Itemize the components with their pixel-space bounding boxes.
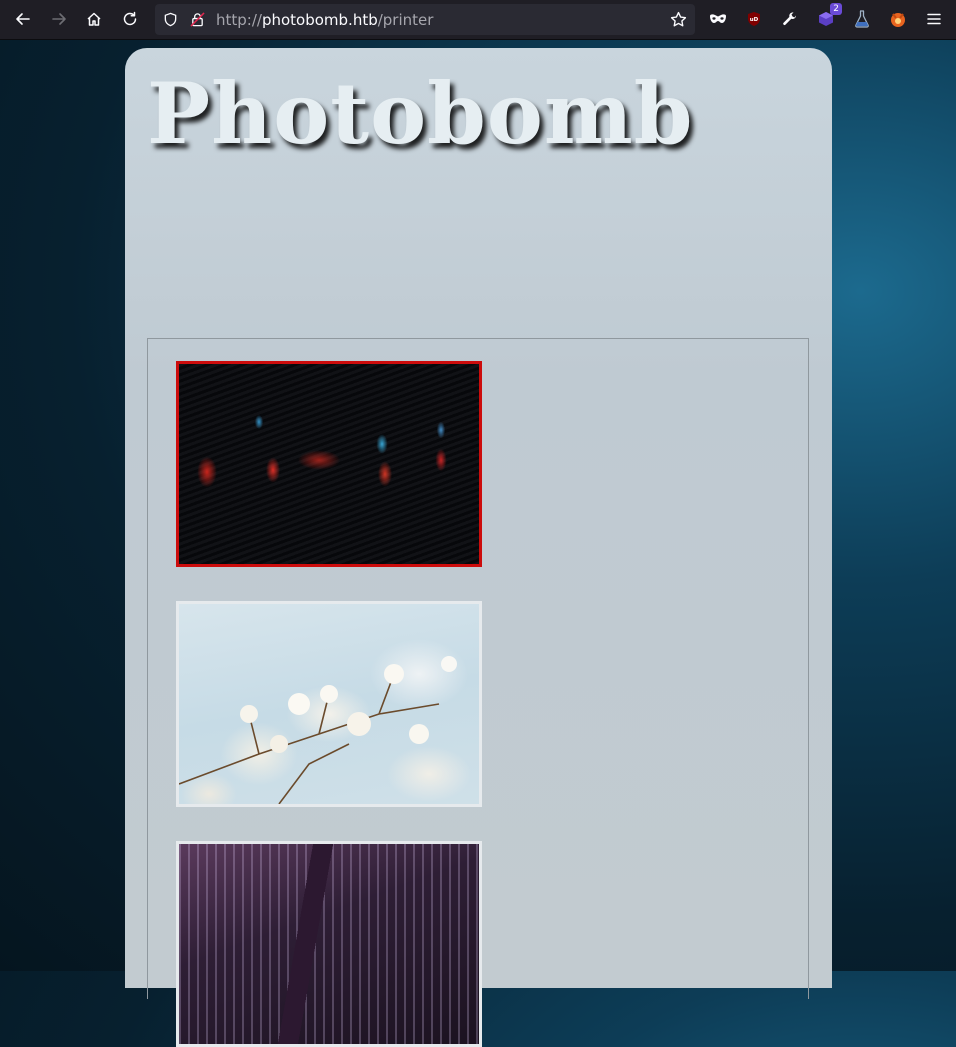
extension-button-badged[interactable]: 2 (813, 3, 842, 32)
url-path: /printer (377, 11, 434, 29)
ublock-origin-icon: uD (748, 12, 760, 26)
home-button[interactable] (81, 6, 107, 32)
reload-button[interactable] (117, 6, 143, 32)
url-bar[interactable]: http://photobomb.htb/printer (155, 4, 695, 35)
page-title: Photobomb (147, 64, 694, 163)
back-button[interactable] (10, 6, 36, 32)
wrench-icon (783, 12, 796, 25)
url-scheme: http:// (216, 11, 262, 29)
devtools-button[interactable] (777, 6, 803, 32)
bookmark-star-icon[interactable] (670, 11, 687, 28)
photo-city-skyscrapers[interactable] (176, 841, 482, 1047)
flask-extension-button[interactable] (849, 6, 875, 32)
photo-red-blue-lights[interactable] (176, 361, 482, 567)
app-menu-button[interactable] (921, 6, 947, 32)
ublock-button[interactable]: uD (741, 6, 767, 32)
blossom-branches-graphic (179, 656, 457, 804)
fox-proxy-icon (891, 13, 905, 27)
shield-icon[interactable] (163, 12, 178, 27)
mask-icon (710, 14, 726, 23)
hamburger-menu-icon (927, 13, 941, 25)
extension-count-badge: 2 (830, 3, 842, 15)
svg-text:uD: uD (750, 17, 759, 23)
reload-icon (123, 11, 137, 26)
back-arrow-icon (16, 13, 30, 25)
home-icon (87, 12, 101, 26)
browser-toolbar: http://photobomb.htb/printer uD 2 (0, 0, 956, 40)
url-host: photobomb.htb (261, 11, 378, 29)
photo-gallery (147, 338, 809, 1047)
burp-extension-button[interactable] (885, 6, 911, 32)
forward-arrow-icon (52, 13, 66, 25)
photo-white-blossoms[interactable] (176, 601, 482, 807)
private-mask-button[interactable] (705, 6, 731, 32)
forward-button[interactable] (46, 6, 72, 32)
page-card: Photobomb (125, 48, 832, 1047)
flask-icon (855, 10, 869, 28)
url-text[interactable]: http://photobomb.htb/printer (216, 11, 433, 29)
insecure-lock-icon[interactable] (190, 12, 205, 27)
